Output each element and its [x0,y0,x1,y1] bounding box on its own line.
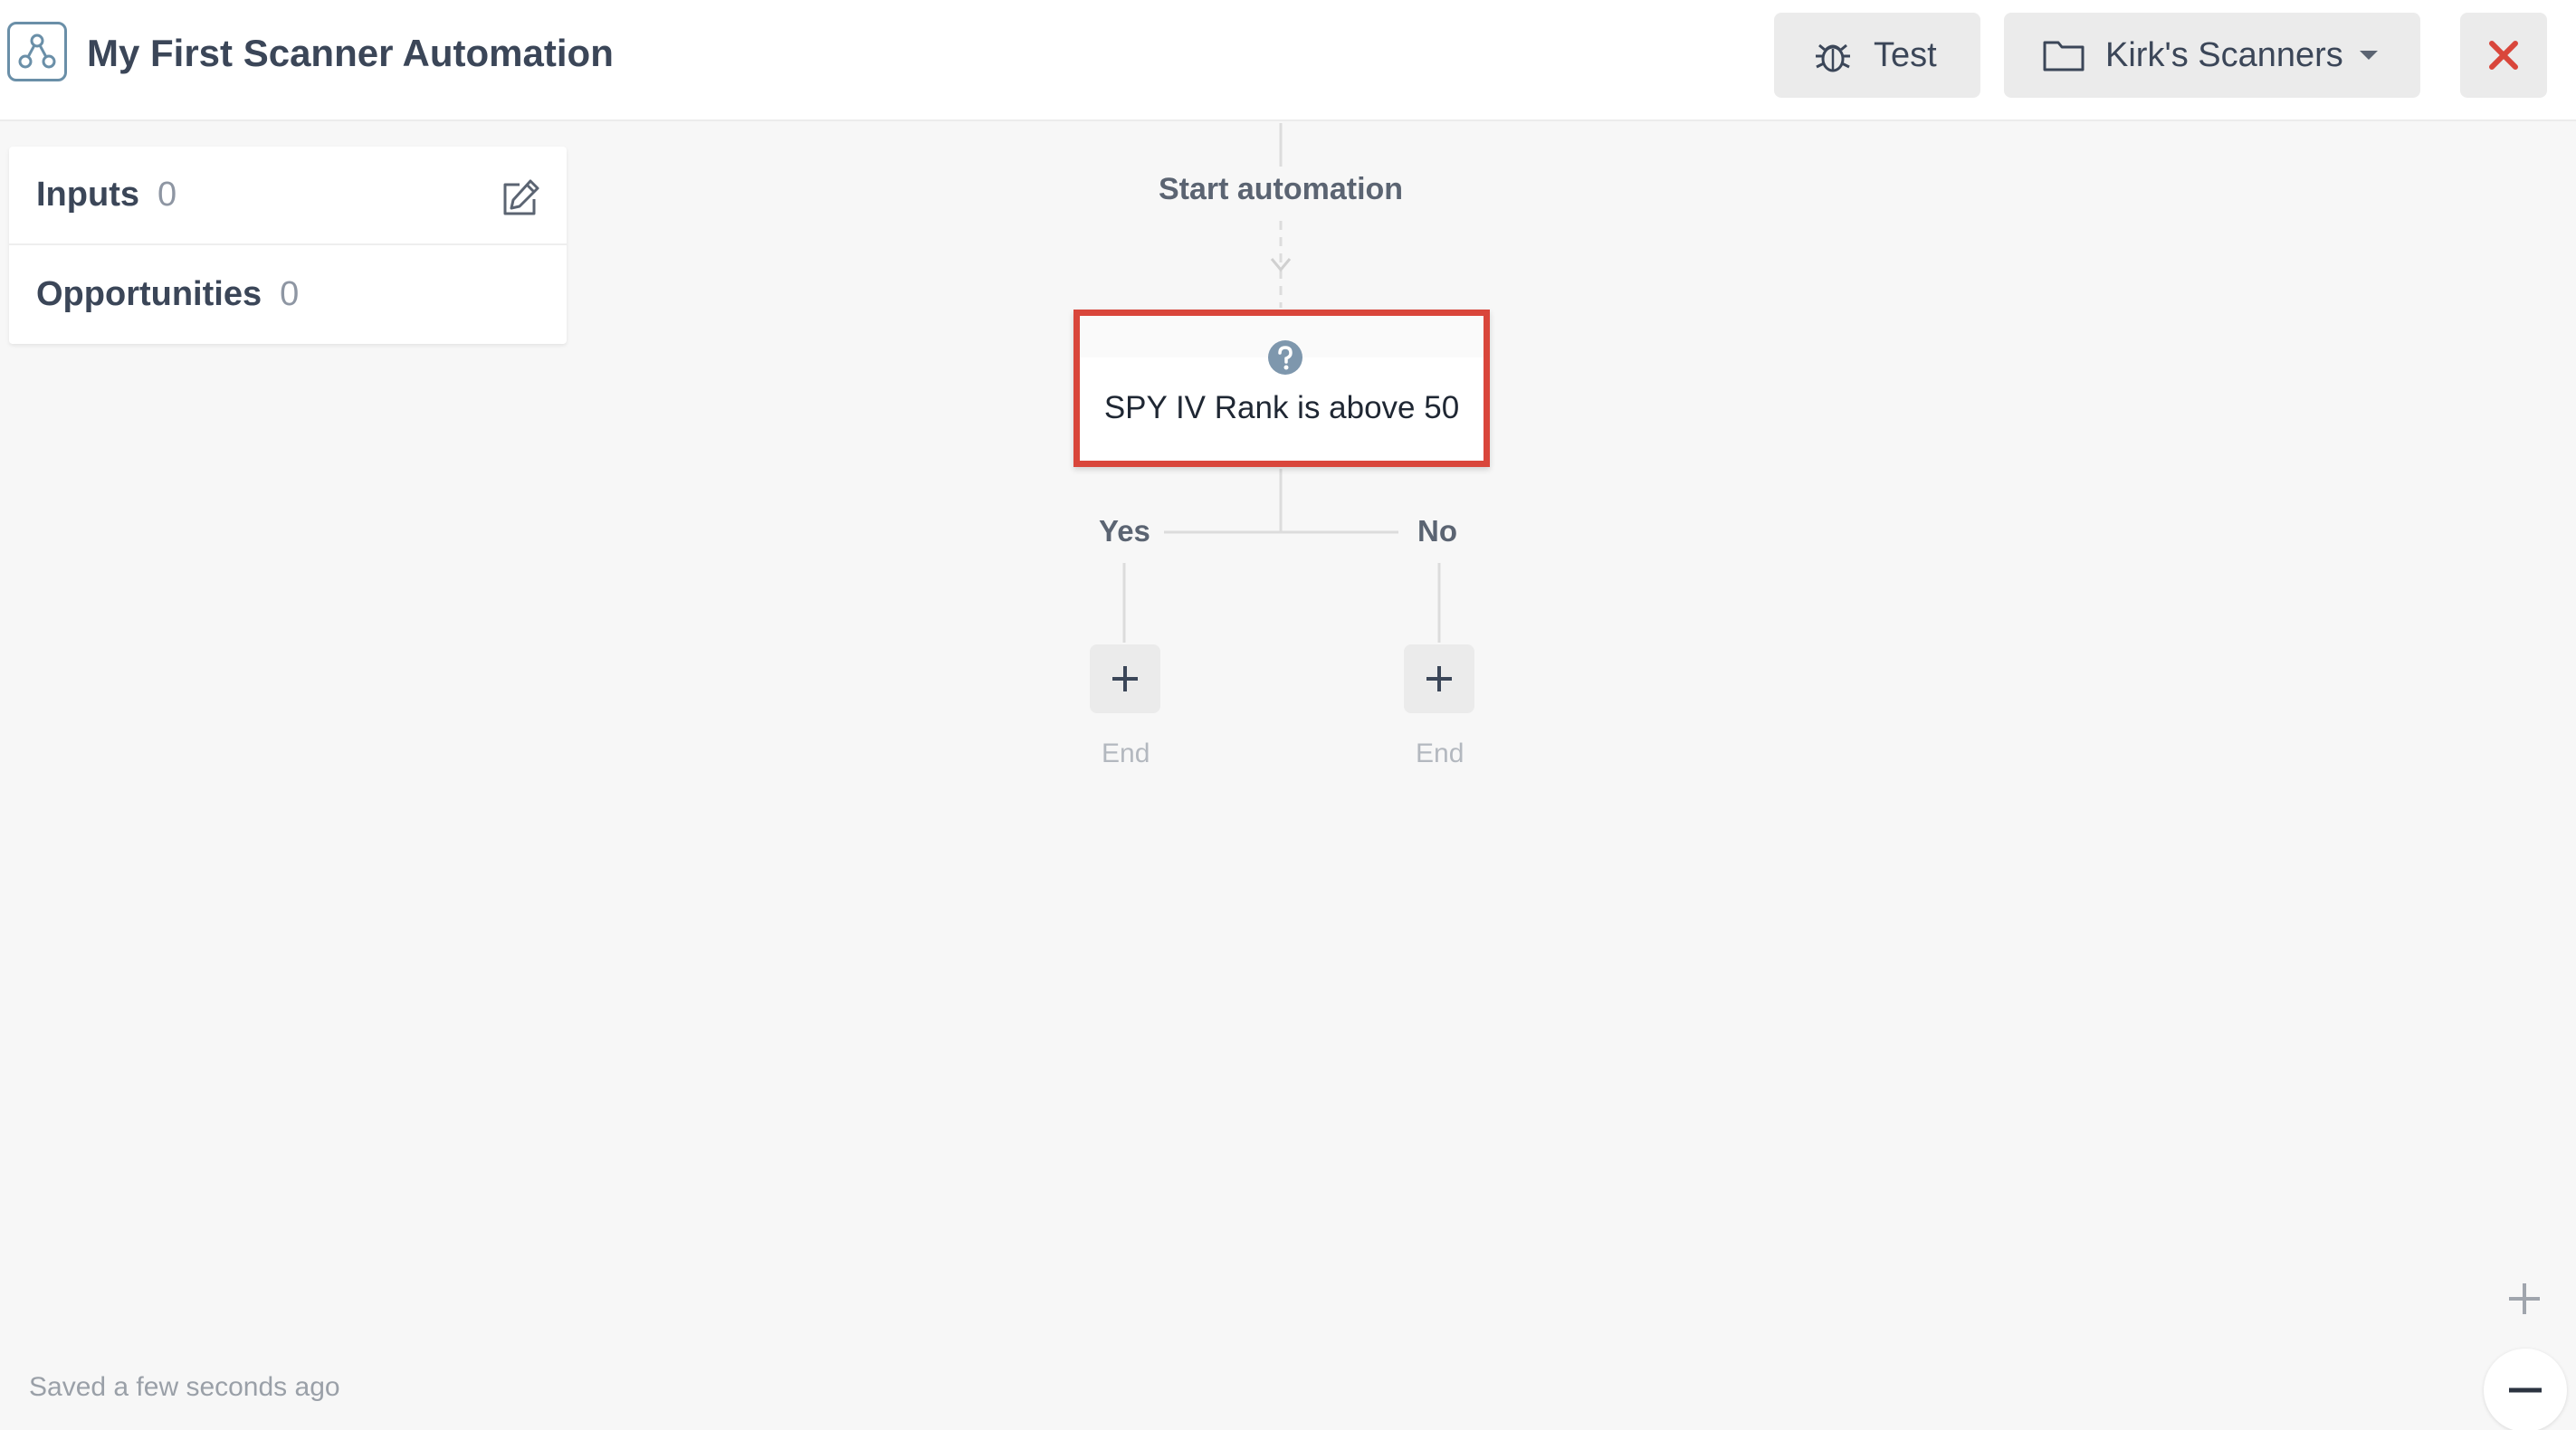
branch-no-label: No [1417,514,1457,548]
branch-yes-label: Yes [1099,514,1150,548]
end-no-label: End [1416,739,1465,768]
condition-text: SPY IV Rank is above 50 [1103,390,1460,425]
condition-node[interactable]: SPY IV Rank is above 50 [1073,310,1490,467]
plus-icon [1112,666,1138,691]
save-status: Saved a few seconds ago [29,1372,340,1402]
start-automation-label: Start automation [1158,172,1404,206]
plus-icon [2509,1283,2540,1314]
add-step-yes-button[interactable] [1090,644,1160,713]
end-yes-label: End [1102,739,1150,768]
minus-icon [2509,1387,2542,1393]
add-step-no-button[interactable] [1404,644,1474,713]
automation-editor: My First Scanner Automation Test Kirk's … [0,0,2576,1430]
flow-connectors [1122,123,1441,643]
zoom-in-button[interactable] [2487,1262,2562,1336]
plus-icon [1426,666,1452,691]
help-icon [1268,340,1302,375]
zoom-out-button[interactable] [2484,1349,2567,1430]
